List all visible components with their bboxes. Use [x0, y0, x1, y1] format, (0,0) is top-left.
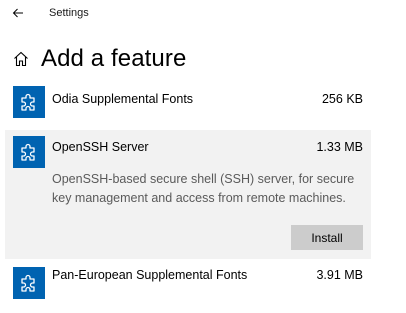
puzzle-piece-icon	[21, 274, 35, 292]
feature-name: Pan-European Supplemental Fonts	[52, 268, 248, 282]
feature-icon-container	[13, 86, 45, 118]
home-icon[interactable]	[12, 50, 30, 68]
feature-item-odia-fonts[interactable]: Odia Supplemental Fonts 256 KB	[5, 80, 371, 124]
feature-name: OpenSSH Server	[52, 140, 149, 154]
feature-item-pan-european-fonts[interactable]: Pan-European Supplemental Fonts 3.91 MB	[5, 261, 371, 305]
title-bar: Settings	[0, 0, 406, 28]
arrow-left-icon	[12, 8, 23, 18]
feature-icon-container	[13, 136, 45, 168]
install-button[interactable]: Install	[291, 225, 363, 250]
feature-icon-container	[13, 267, 45, 299]
feature-size: 1.33 MB	[316, 140, 363, 154]
feature-description: OpenSSH-based secure shell (SSH) server,…	[52, 172, 355, 205]
feature-item-openssh-server[interactable]: OpenSSH Server 1.33 MB OpenSSH-based sec…	[5, 130, 371, 259]
feature-size: 256 KB	[321, 92, 363, 106]
puzzle-piece-icon	[21, 93, 35, 111]
page-title: Add a feature	[41, 45, 187, 72]
window-title: Settings	[49, 7, 89, 19]
back-button[interactable]	[6, 3, 30, 23]
feature-size: 3.91 MB	[316, 268, 363, 282]
puzzle-piece-icon	[21, 143, 35, 161]
page-header: Add a feature	[12, 42, 186, 76]
feature-name: Odia Supplemental Fonts	[52, 92, 194, 106]
